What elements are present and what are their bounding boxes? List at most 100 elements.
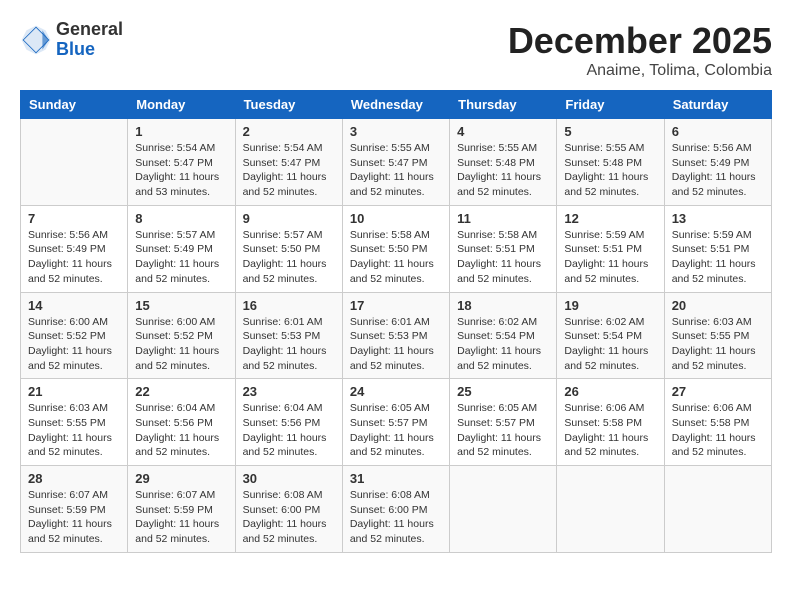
day-number: 18 [457,298,549,313]
calendar-cell: 9 Sunrise: 5:57 AM Sunset: 5:50 PM Daylig… [235,205,342,292]
main-title: December 2025 [508,20,772,62]
day-info: Sunrise: 6:04 AM Sunset: 5:56 PM Dayligh… [135,401,227,460]
calendar-cell: 31Sunrise: 6:08 AM Sunset: 6:00 PM Dayli… [342,466,449,553]
day-info: Sunrise: 6:03 AM Sunset: 5:55 PM Dayligh… [672,315,764,374]
day-number: 2 [243,124,335,139]
day-info: Sunrise: 6:05 AM Sunset: 5:57 PM Dayligh… [457,401,549,460]
day-info: Sunrise: 5:56 AM Sunset: 5:49 PM Dayligh… [672,141,764,200]
calendar-cell: 28Sunrise: 6:07 AM Sunset: 5:59 PM Dayli… [21,466,128,553]
day-info: Sunrise: 6:02 AM Sunset: 5:54 PM Dayligh… [564,315,656,374]
calendar-cell [450,466,557,553]
header-sunday: Sunday [21,91,128,119]
calendar-cell: 29 Sunrise: 6:07 AM Sunset: 5:59 PM Dayli… [128,466,235,553]
day-info: Sunrise: 5:56 AM Sunset: 5:49 PM Dayligh… [28,228,120,287]
calendar-cell: 19 Sunrise: 6:02 AM Sunset: 5:54 PM Dayli… [557,292,664,379]
calendar-cell: 2Sunrise: 5:54 AM Sunset: 5:47 PM Daylig… [235,119,342,206]
calendar-cell: 7 Sunrise: 5:56 AM Sunset: 5:49 PM Daylig… [21,205,128,292]
logo-blue: Blue [56,40,123,60]
day-info: Sunrise: 6:07 AM Sunset: 5:59 PM Dayligh… [135,488,227,547]
day-number: 24 [350,384,442,399]
day-number: 14 [28,298,120,313]
header-thursday: Thursday [450,91,557,119]
week-row-1: 1Sunrise: 5:54 AM Sunset: 5:47 PM Daylig… [21,119,772,206]
calendar-cell: 24 Sunrise: 6:05 AM Sunset: 5:57 PM Dayli… [342,379,449,466]
header-monday: Monday [128,91,235,119]
day-number: 27 [672,384,764,399]
day-number: 4 [457,124,549,139]
calendar-cell: 11 Sunrise: 5:58 AM Sunset: 5:51 PM Dayli… [450,205,557,292]
logo: General Blue [20,20,123,60]
calendar-cell: 6 Sunrise: 5:56 AM Sunset: 5:49 PM Daylig… [664,119,771,206]
calendar-table: SundayMondayTuesdayWednesdayThursdayFrid… [20,90,772,553]
calendar-header-row: SundayMondayTuesdayWednesdayThursdayFrid… [21,91,772,119]
day-info: Sunrise: 6:02 AM Sunset: 5:54 PM Dayligh… [457,315,549,374]
calendar-cell: 12Sunrise: 5:59 AM Sunset: 5:51 PM Dayli… [557,205,664,292]
day-number: 20 [672,298,764,313]
calendar-cell: 3 Sunrise: 5:55 AM Sunset: 5:47 PM Daylig… [342,119,449,206]
logo-icon [20,24,52,56]
logo-general: General [56,20,123,40]
calendar-cell: 15 Sunrise: 6:00 AM Sunset: 5:52 PM Dayli… [128,292,235,379]
day-number: 16 [243,298,335,313]
day-number: 19 [564,298,656,313]
calendar-cell: 17Sunrise: 6:01 AM Sunset: 5:53 PM Dayli… [342,292,449,379]
day-number: 7 [28,211,120,226]
day-info: Sunrise: 5:58 AM Sunset: 5:51 PM Dayligh… [457,228,549,287]
header-friday: Friday [557,91,664,119]
day-number: 8 [135,211,227,226]
day-info: Sunrise: 6:00 AM Sunset: 5:52 PM Dayligh… [135,315,227,374]
day-info: Sunrise: 5:55 AM Sunset: 5:47 PM Dayligh… [350,141,442,200]
header-wednesday: Wednesday [342,91,449,119]
calendar-cell: 1Sunrise: 5:54 AM Sunset: 5:47 PM Daylig… [128,119,235,206]
calendar-cell: 26 Sunrise: 6:06 AM Sunset: 5:58 PM Dayli… [557,379,664,466]
calendar-cell: 20 Sunrise: 6:03 AM Sunset: 5:55 PM Dayli… [664,292,771,379]
day-number: 3 [350,124,442,139]
calendar-cell: 4 Sunrise: 5:55 AM Sunset: 5:48 PM Daylig… [450,119,557,206]
calendar-cell: 25 Sunrise: 6:05 AM Sunset: 5:57 PM Dayli… [450,379,557,466]
day-number: 11 [457,211,549,226]
day-number: 9 [243,211,335,226]
day-number: 5 [564,124,656,139]
day-info: Sunrise: 6:08 AM Sunset: 6:00 PM Dayligh… [243,488,335,547]
calendar-cell: 22 Sunrise: 6:04 AM Sunset: 5:56 PM Dayli… [128,379,235,466]
day-number: 30 [243,471,335,486]
day-number: 15 [135,298,227,313]
header-saturday: Saturday [664,91,771,119]
day-info: Sunrise: 5:55 AM Sunset: 5:48 PM Dayligh… [457,141,549,200]
day-info: Sunrise: 5:59 AM Sunset: 5:51 PM Dayligh… [672,228,764,287]
day-info: Sunrise: 6:01 AM Sunset: 5:53 PM Dayligh… [243,315,335,374]
calendar-cell: 27Sunrise: 6:06 AM Sunset: 5:58 PM Dayli… [664,379,771,466]
day-number: 12 [564,211,656,226]
day-info: Sunrise: 6:00 AM Sunset: 5:52 PM Dayligh… [28,315,120,374]
title-block: December 2025 Anaime, Tolima, Colombia [508,20,772,80]
day-info: Sunrise: 5:55 AM Sunset: 5:48 PM Dayligh… [564,141,656,200]
calendar-cell: 30 Sunrise: 6:08 AM Sunset: 6:00 PM Dayli… [235,466,342,553]
week-row-4: 21Sunrise: 6:03 AM Sunset: 5:55 PM Dayli… [21,379,772,466]
day-info: Sunrise: 5:54 AM Sunset: 5:47 PM Dayligh… [135,141,227,200]
day-info: Sunrise: 6:08 AM Sunset: 6:00 PM Dayligh… [350,488,442,547]
logo-text: General Blue [56,20,123,60]
calendar-cell [664,466,771,553]
subtitle: Anaime, Tolima, Colombia [508,62,772,80]
header-tuesday: Tuesday [235,91,342,119]
day-info: Sunrise: 5:57 AM Sunset: 5:50 PM Dayligh… [243,228,335,287]
calendar-cell: 10Sunrise: 5:58 AM Sunset: 5:50 PM Dayli… [342,205,449,292]
day-info: Sunrise: 6:04 AM Sunset: 5:56 PM Dayligh… [243,401,335,460]
day-number: 10 [350,211,442,226]
day-number: 21 [28,384,120,399]
calendar-cell: 8Sunrise: 5:57 AM Sunset: 5:49 PM Daylig… [128,205,235,292]
calendar-cell: 16 Sunrise: 6:01 AM Sunset: 5:53 PM Dayli… [235,292,342,379]
day-number: 22 [135,384,227,399]
week-row-2: 7 Sunrise: 5:56 AM Sunset: 5:49 PM Daylig… [21,205,772,292]
calendar-cell [557,466,664,553]
day-number: 26 [564,384,656,399]
day-info: Sunrise: 6:06 AM Sunset: 5:58 PM Dayligh… [564,401,656,460]
day-info: Sunrise: 6:05 AM Sunset: 5:57 PM Dayligh… [350,401,442,460]
day-number: 29 [135,471,227,486]
calendar-cell [21,119,128,206]
day-number: 6 [672,124,764,139]
day-number: 17 [350,298,442,313]
day-number: 25 [457,384,549,399]
calendar-cell: 5 Sunrise: 5:55 AM Sunset: 5:48 PM Daylig… [557,119,664,206]
calendar-cell: 13Sunrise: 5:59 AM Sunset: 5:51 PM Dayli… [664,205,771,292]
